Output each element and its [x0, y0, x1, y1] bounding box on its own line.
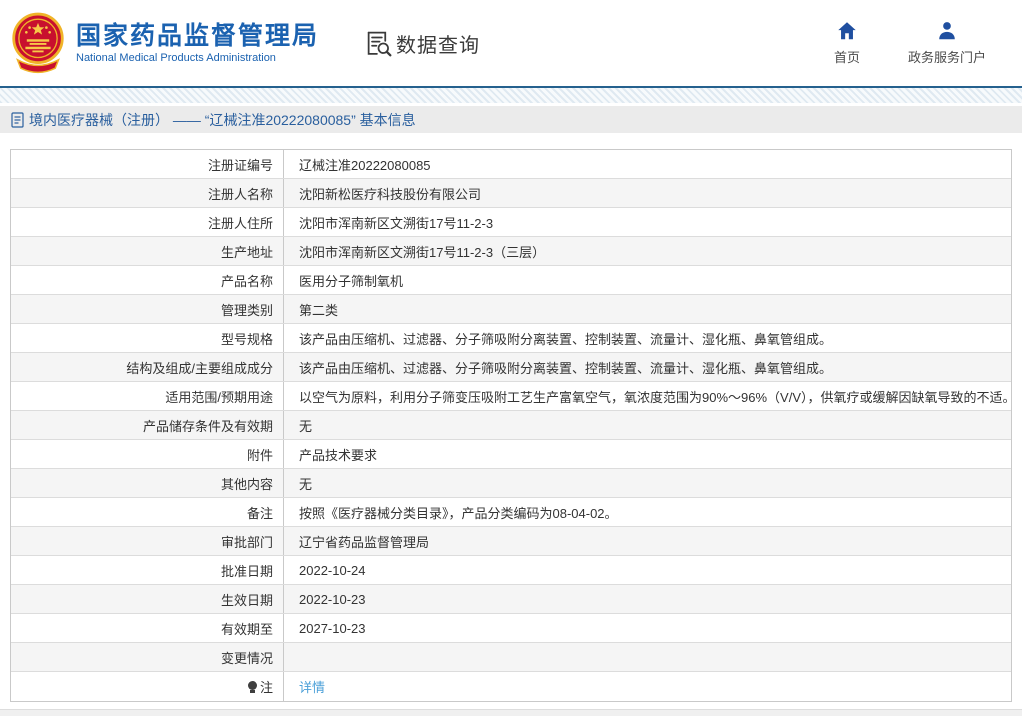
row-value: 以空气为原料，利用分子筛变压吸附工艺生产富氧空气，氧浓度范围为90%～96%（V… — [284, 382, 1011, 410]
row-value: 沈阳新松医疗科技股份有限公司 — [284, 179, 1011, 207]
row-value: 辽械注准20222080085 — [284, 150, 1011, 178]
row-value: 产品技术要求 — [284, 440, 1011, 468]
row-label: 产品储存条件及有效期 — [11, 411, 284, 439]
table-row: 型号规格 该产品由压缩机、过滤器、分子筛吸附分离装置、控制装置、流量计、湿化瓶、… — [11, 324, 1011, 353]
row-label: 注册人住所 — [11, 208, 284, 236]
document-icon — [11, 112, 25, 128]
row-label: 注 — [11, 672, 284, 701]
row-label: 变更情况 — [11, 643, 284, 671]
row-label: 管理类别 — [11, 295, 284, 323]
header-hatch-strip — [0, 88, 1022, 103]
row-label: 生产地址 — [11, 237, 284, 265]
document-search-icon — [365, 30, 392, 57]
nav-item-home[interactable]: 首页 — [834, 20, 860, 66]
table-row: 注册证编号 辽械注准20222080085 — [11, 150, 1011, 179]
table-row: 变更情况 — [11, 643, 1011, 672]
row-label: 结构及组成/主要组成成分 — [11, 353, 284, 381]
row-value: 医用分子筛制氧机 — [284, 266, 1011, 294]
row-label: 备注 — [11, 498, 284, 526]
table-row: 结构及组成/主要组成成分 该产品由压缩机、过滤器、分子筛吸附分离装置、控制装置、… — [11, 353, 1011, 382]
row-value: 2022-10-23 — [284, 585, 1011, 613]
table-row: 有效期至 2027-10-23 — [11, 614, 1011, 643]
user-icon — [936, 20, 958, 42]
row-value: 无 — [284, 411, 1011, 439]
registration-info-table: 注册证编号 辽械注准20222080085 注册人名称 沈阳新松医疗科技股份有限… — [10, 149, 1012, 702]
row-value: 2027-10-23 — [284, 614, 1011, 642]
row-value: 2022-10-24 — [284, 556, 1011, 584]
nav-item-portal[interactable]: 政务服务门户 — [908, 20, 986, 66]
row-label: 适用范围/预期用途 — [11, 382, 284, 410]
row-value: 辽宁省药品监督管理局 — [284, 527, 1011, 555]
row-value: 该产品由压缩机、过滤器、分子筛吸附分离装置、控制装置、流量计、湿化瓶、鼻氧管组成… — [284, 324, 1011, 352]
row-value: 无 — [284, 469, 1011, 497]
nav-home-label: 首页 — [834, 47, 860, 66]
table-row: 生产地址 沈阳市浑南新区文溯街17号11-2-3（三层） — [11, 237, 1011, 266]
footer-strip — [0, 709, 1022, 716]
detail-link[interactable]: 详情 — [299, 677, 325, 696]
row-label: 型号规格 — [11, 324, 284, 352]
row-value: 第二类 — [284, 295, 1011, 323]
site-logo-text: 国家药品监督管理局 National Medical Products Admi… — [76, 22, 319, 65]
row-label: 其他内容 — [11, 469, 284, 497]
table-row: 审批部门 辽宁省药品监督管理局 — [11, 527, 1011, 556]
top-nav: 首页 政务服务门户 — [786, 20, 1008, 66]
table-row: 备注 按照《医疗器械分类目录》，产品分类编码为08-04-02。 — [11, 498, 1011, 527]
row-label: 附件 — [11, 440, 284, 468]
table-row: 注册人住所 沈阳市浑南新区文溯街17号11-2-3 — [11, 208, 1011, 237]
row-label: 批准日期 — [11, 556, 284, 584]
data-query-label: 数据查询 — [396, 29, 480, 58]
row-label: 有效期至 — [11, 614, 284, 642]
home-icon — [836, 20, 858, 42]
table-row: 其他内容 无 — [11, 469, 1011, 498]
table-row: 注 详情 — [11, 672, 1011, 701]
table-row: 批准日期 2022-10-24 — [11, 556, 1011, 585]
table-row: 附件 产品技术要求 — [11, 440, 1011, 469]
site-title-cn: 国家药品监督管理局 — [76, 22, 319, 51]
china-national-emblem-icon — [10, 11, 66, 75]
row-label: 审批部门 — [11, 527, 284, 555]
table-row: 适用范围/预期用途 以空气为原料，利用分子筛变压吸附工艺生产富氧空气，氧浓度范围… — [11, 382, 1011, 411]
row-value: 沈阳市浑南新区文溯街17号11-2-3（三层） — [284, 237, 1011, 265]
row-value — [284, 643, 1011, 671]
nav-portal-label: 政务服务门户 — [908, 47, 986, 66]
row-value: 沈阳市浑南新区文溯街17号11-2-3 — [284, 208, 1011, 236]
table-row: 产品储存条件及有效期 无 — [11, 411, 1011, 440]
row-value: 该产品由压缩机、过滤器、分子筛吸附分离装置、控制装置、流量计、湿化瓶、鼻氧管组成… — [284, 353, 1011, 381]
breadcrumb: 境内医疗器械（注册） —— “辽械注准20222080085” 基本信息 — [0, 106, 1022, 133]
table-row: 产品名称 医用分子筛制氧机 — [11, 266, 1011, 295]
site-header: 国家药品监督管理局 National Medical Products Admi… — [0, 0, 1022, 88]
table-row: 注册人名称 沈阳新松医疗科技股份有限公司 — [11, 179, 1011, 208]
row-value: 按照《医疗器械分类目录》，产品分类编码为08-04-02。 — [284, 498, 1011, 526]
table-row: 管理类别 第二类 — [11, 295, 1011, 324]
row-label: 产品名称 — [11, 266, 284, 294]
site-title-en: National Medical Products Administration — [76, 52, 319, 64]
breadcrumb-text: 境内医疗器械（注册） —— “辽械注准20222080085” 基本信息 — [29, 110, 416, 130]
info-table-body: 注册证编号 辽械注准20222080085 注册人名称 沈阳新松医疗科技股份有限… — [11, 150, 1011, 701]
row-label: 注册证编号 — [11, 150, 284, 178]
row-value: 详情 — [284, 672, 1011, 701]
data-query-nav[interactable]: 数据查询 — [365, 29, 480, 58]
row-label: 生效日期 — [11, 585, 284, 613]
bulb-icon — [248, 681, 257, 693]
row-label: 注册人名称 — [11, 179, 284, 207]
table-row: 生效日期 2022-10-23 — [11, 585, 1011, 614]
